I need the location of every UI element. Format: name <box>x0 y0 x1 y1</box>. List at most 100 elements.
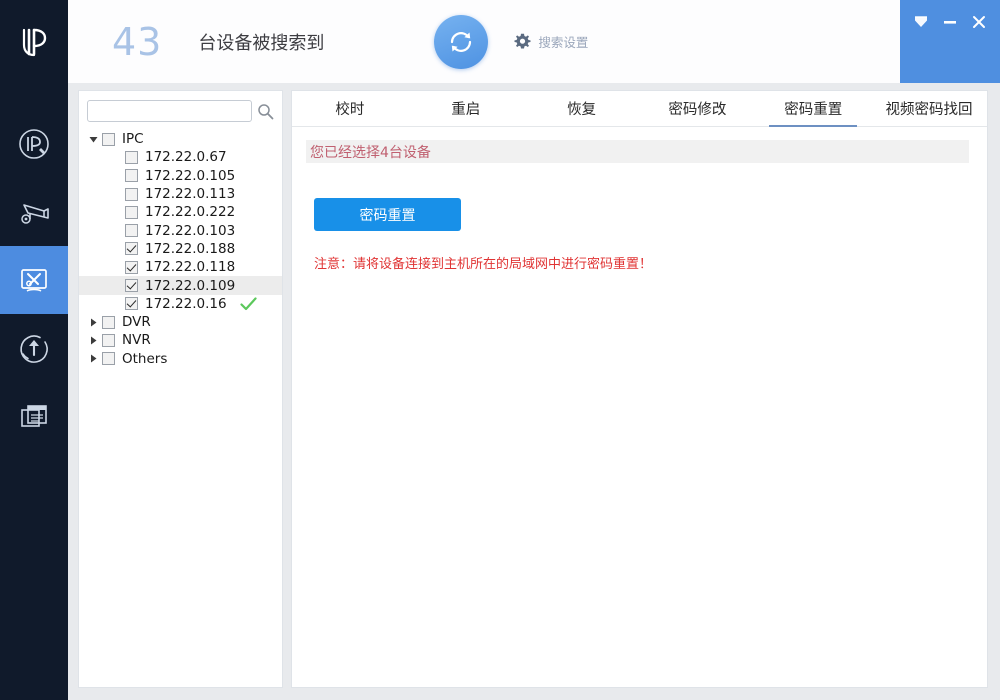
group-checkbox[interactable] <box>102 316 115 329</box>
sidebar-item-ip-edit[interactable] <box>0 110 68 178</box>
device-ip-label: 172.22.0.67 <box>145 148 227 166</box>
device-checkbox[interactable] <box>125 242 138 255</box>
group-label: IPC <box>122 130 144 148</box>
logo-mark-icon <box>15 23 53 61</box>
sidebar-item-camera-config[interactable] <box>0 178 68 246</box>
tree-device-row[interactable]: 172.22.0.105 <box>79 167 282 185</box>
device-ip-label: 172.22.0.222 <box>145 203 235 221</box>
tab-label: 校时 <box>335 98 364 119</box>
twisty-collapsed[interactable] <box>87 334 100 347</box>
twisty-collapsed-icon <box>89 354 98 363</box>
group-label: NVR <box>122 331 151 349</box>
device-tree: IPC172.22.0.67172.22.0.105172.22.0.11317… <box>79 127 282 368</box>
tree-group-others[interactable]: Others <box>79 350 282 368</box>
tree-group-nvr[interactable]: NVR <box>79 331 282 349</box>
search-icon <box>257 103 274 120</box>
group-label: Others <box>122 350 167 368</box>
twisty-expanded[interactable] <box>87 133 100 146</box>
device-checkbox[interactable] <box>125 224 138 237</box>
refresh-button[interactable] <box>434 15 488 69</box>
tree-device-row[interactable]: 172.22.0.113 <box>79 185 282 203</box>
tree-device-row[interactable]: 172.22.0.118 <box>79 258 282 276</box>
device-ip-label: 172.22.0.188 <box>145 240 235 258</box>
twisty-expanded-icon <box>89 135 98 144</box>
tab-label: 密码重置 <box>784 98 842 119</box>
group-checkbox[interactable] <box>102 133 115 146</box>
search-button[interactable] <box>257 102 274 120</box>
tree-device-row[interactable]: 172.22.0.109 <box>79 276 282 294</box>
device-tree-panel: IPC172.22.0.67172.22.0.105172.22.0.11317… <box>78 90 283 688</box>
tree-group-ipc[interactable]: IPC <box>79 130 282 148</box>
device-search-row <box>87 99 274 123</box>
camera-gear-icon <box>14 192 54 232</box>
selection-banner-text: 您已经选择4台设备 <box>310 142 431 162</box>
left-navigation-rail <box>0 0 68 700</box>
device-checkbox[interactable] <box>125 206 138 219</box>
twisty-collapsed[interactable] <box>87 352 100 365</box>
tree-device-row[interactable]: 172.22.0.67 <box>79 148 282 166</box>
app-logo <box>0 0 68 83</box>
tab-3[interactable]: 密码修改 <box>639 91 755 126</box>
device-checkbox[interactable] <box>125 279 138 292</box>
tab-label: 重启 <box>451 98 480 119</box>
tab-0[interactable]: 校时 <box>292 91 408 126</box>
minimize-button[interactable] <box>939 11 961 33</box>
status-check-icon <box>240 297 257 311</box>
device-ip-label: 172.22.0.16 <box>145 295 227 313</box>
group-checkbox[interactable] <box>102 352 115 365</box>
app-header: 43 台设备被搜索到 搜索设置 <box>68 0 900 83</box>
main-content-panel: 校时重启恢复密码修改密码重置视频密码找回 您已经选择4台设备 密码重置 注意：请… <box>291 90 988 688</box>
tab-label: 视频密码找回 <box>886 98 973 119</box>
close-icon <box>970 13 988 31</box>
tree-device-row[interactable]: 172.22.0.16 <box>79 295 282 313</box>
tree-device-row[interactable]: 172.22.0.188 <box>79 240 282 258</box>
device-ip-label: 172.22.0.105 <box>145 167 235 185</box>
tab-label: 密码修改 <box>668 98 726 119</box>
device-ip-label: 172.22.0.118 <box>145 258 235 276</box>
device-checkbox[interactable] <box>125 261 138 274</box>
sidebar-item-logs[interactable] <box>0 382 68 450</box>
twisty-collapsed-icon <box>89 336 98 345</box>
device-status-check <box>240 297 257 311</box>
refresh-icon <box>445 26 477 58</box>
search-settings-button[interactable]: 搜索设置 <box>514 32 588 51</box>
application-window: 43 台设备被搜索到 搜索设置 <box>0 0 1000 700</box>
ip-edit-icon <box>14 124 54 164</box>
group-label: DVR <box>122 313 151 331</box>
chevron-down-icon <box>912 13 930 31</box>
tree-group-dvr[interactable]: DVR <box>79 313 282 331</box>
rail-item-list <box>0 110 68 450</box>
notice-text: 注意：请将设备连接到主机所在的局域网中进行密码重置！ <box>314 253 987 272</box>
upload-arrow-icon <box>14 328 54 368</box>
search-input[interactable] <box>87 100 252 122</box>
close-button[interactable] <box>968 11 990 33</box>
twisty-collapsed-icon <box>89 318 98 327</box>
password-reset-button[interactable]: 密码重置 <box>314 198 461 231</box>
menu-button[interactable] <box>910 11 932 33</box>
search-settings-label: 搜索设置 <box>538 32 588 51</box>
device-count: 43 <box>112 20 162 64</box>
sidebar-item-tools[interactable] <box>0 246 68 314</box>
window-controls-row <box>900 8 1000 36</box>
tree-device-row[interactable]: 172.22.0.103 <box>79 221 282 239</box>
tree-device-row[interactable]: 172.22.0.222 <box>79 203 282 221</box>
gear-icon <box>514 33 531 50</box>
device-checkbox[interactable] <box>125 151 138 164</box>
device-count-label: 台设备被搜索到 <box>198 29 324 55</box>
tab-bar: 校时 重启 恢复 密码修改 密码重置 视频密码找回 <box>292 91 987 127</box>
device-checkbox[interactable] <box>125 297 138 310</box>
device-checkbox[interactable] <box>125 188 138 201</box>
tab-4[interactable]: 密码重置 <box>755 91 871 126</box>
tab-5[interactable]: 视频密码找回 <box>871 91 987 126</box>
device-ip-label: 172.22.0.109 <box>145 277 235 295</box>
twisty-collapsed[interactable] <box>87 316 100 329</box>
device-ip-label: 172.22.0.113 <box>145 185 235 203</box>
device-checkbox[interactable] <box>125 169 138 182</box>
tools-monitor-icon <box>14 260 54 300</box>
tab-1[interactable]: 重启 <box>408 91 524 126</box>
sidebar-item-upgrade[interactable] <box>0 314 68 382</box>
device-ip-label: 172.22.0.103 <box>145 222 235 240</box>
documents-icon <box>14 396 54 436</box>
group-checkbox[interactable] <box>102 334 115 347</box>
tab-2[interactable]: 恢复 <box>524 91 640 126</box>
